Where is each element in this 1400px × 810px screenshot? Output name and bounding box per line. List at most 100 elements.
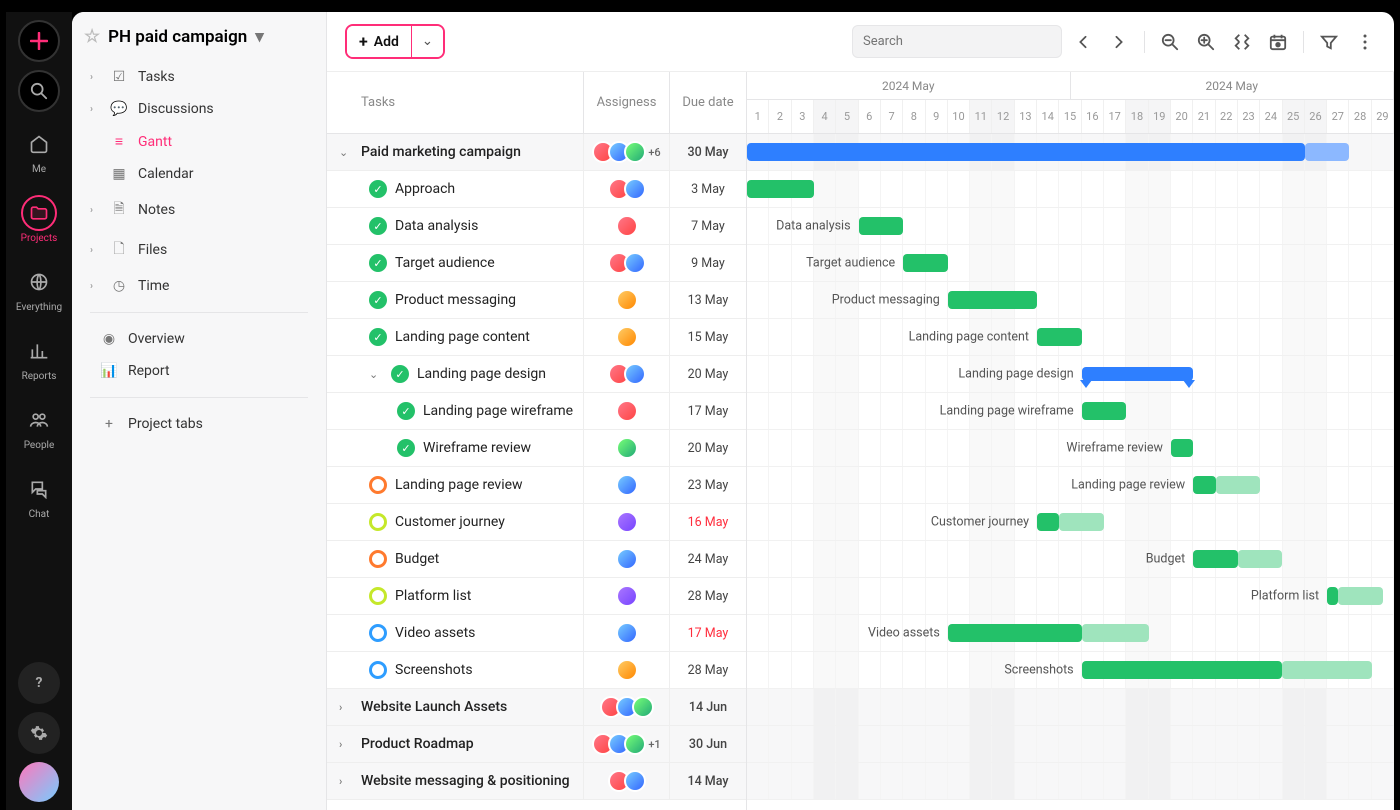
due-date-cell[interactable]: 16 May — [670, 504, 746, 540]
gantt-bar[interactable] — [747, 143, 1305, 161]
due-date-cell[interactable]: 28 May — [670, 652, 746, 688]
gantt-row[interactable]: Target audience — [747, 245, 1394, 282]
assignee-cell[interactable] — [584, 356, 670, 392]
gantt-bar[interactable]: Data analysis — [859, 217, 904, 235]
gantt-row[interactable] — [747, 726, 1394, 763]
task-row[interactable]: ✓Landing page content15 May — [327, 319, 746, 356]
nav-discussions[interactable]: › 💬 Discussions — [84, 93, 314, 125]
task-row[interactable]: Landing page review23 May — [327, 467, 746, 504]
nav-notes[interactable]: › 🗎 Notes — [84, 190, 314, 230]
gantt-bar[interactable]: Customer journey — [1037, 513, 1059, 531]
rail-item-projects[interactable]: Projects — [6, 189, 72, 250]
add-button[interactable]: + Add — [347, 26, 411, 57]
gantt-bar[interactable]: Landing page content — [1037, 328, 1082, 346]
gantt-row[interactable]: Wireframe review — [747, 430, 1394, 467]
gantt-row[interactable]: Product messaging — [747, 282, 1394, 319]
gantt-bar[interactable]: Budget — [1193, 550, 1238, 568]
expand-caret[interactable]: › — [339, 701, 353, 714]
gantt-bar[interactable] — [747, 180, 814, 198]
more-button[interactable] — [1354, 31, 1376, 53]
task-row[interactable]: ✓Data analysis7 May — [327, 208, 746, 245]
star-icon[interactable]: ☆ — [84, 26, 100, 47]
assignee-cell[interactable] — [584, 615, 670, 651]
nav-project-tabs[interactable]: + Project tabs — [84, 408, 314, 440]
nav-report[interactable]: 📊 Report — [84, 355, 314, 387]
help-button[interactable]: ? — [18, 662, 60, 704]
due-date-cell[interactable]: 14 May — [670, 763, 746, 799]
gantt-bar[interactable]: Video assets — [948, 624, 1082, 642]
gantt-row[interactable]: Customer journey — [747, 504, 1394, 541]
task-row[interactable]: ✓Product messaging13 May — [327, 282, 746, 319]
gantt-row[interactable] — [747, 689, 1394, 726]
user-avatar[interactable] — [19, 762, 59, 802]
expand-caret[interactable]: ⌄ — [369, 368, 383, 381]
nav-overview[interactable]: ◉ Overview — [84, 323, 314, 355]
gantt-row[interactable]: Data analysis — [747, 208, 1394, 245]
group-row[interactable]: ›Product Roadmap+130 Jun — [327, 726, 746, 763]
due-date-cell[interactable]: 7 May — [670, 208, 746, 244]
gantt-row[interactable] — [747, 763, 1394, 800]
zoom-out-button[interactable] — [1159, 31, 1181, 53]
assignee-cell[interactable] — [584, 689, 670, 725]
nav-calendar[interactable]: ▦ Calendar — [84, 158, 314, 190]
group-row[interactable]: ›Website messaging & positioning14 May — [327, 763, 746, 800]
today-button[interactable] — [1267, 31, 1289, 53]
due-date-cell[interactable]: 24 May — [670, 541, 746, 577]
gantt-bar[interactable]: Landing page wireframe — [1082, 402, 1127, 420]
search-button[interactable] — [18, 70, 60, 112]
due-date-cell[interactable]: 17 May — [670, 393, 746, 429]
gantt-bar[interactable]: Target audience — [903, 254, 948, 272]
task-row[interactable]: ✓Landing page wireframe17 May — [327, 393, 746, 430]
assignee-cell[interactable] — [584, 208, 670, 244]
task-row[interactable]: Customer journey16 May — [327, 504, 746, 541]
due-date-cell[interactable]: 14 Jun — [670, 689, 746, 725]
task-row[interactable]: Video assets17 May — [327, 615, 746, 652]
collapse-button[interactable] — [1231, 31, 1253, 53]
assignee-cell[interactable] — [584, 578, 670, 614]
new-button[interactable] — [18, 20, 60, 62]
prev-button[interactable] — [1072, 31, 1094, 53]
expand-caret[interactable]: › — [339, 775, 353, 788]
next-button[interactable] — [1108, 31, 1130, 53]
gantt-row[interactable]: Budget — [747, 541, 1394, 578]
due-date-cell[interactable]: 17 May — [670, 615, 746, 651]
filter-button[interactable] — [1318, 31, 1340, 53]
gantt-bar[interactable]: Screenshots — [1082, 661, 1283, 679]
due-date-cell[interactable]: 15 May — [670, 319, 746, 355]
gantt-row[interactable]: Screenshots — [747, 652, 1394, 689]
gantt-row[interactable] — [747, 171, 1394, 208]
due-date-cell[interactable]: 28 May — [670, 578, 746, 614]
gantt-bar[interactable]: Product messaging — [948, 291, 1037, 309]
assignee-cell[interactable] — [584, 393, 670, 429]
group-row[interactable]: ⌄Paid marketing campaign+630 May — [327, 134, 746, 171]
settings-button[interactable] — [18, 712, 60, 754]
assignee-cell[interactable] — [584, 541, 670, 577]
gantt-row[interactable]: Landing page review — [747, 467, 1394, 504]
add-dropdown[interactable]: ⌄ — [411, 26, 443, 57]
gantt-row[interactable]: Landing page design — [747, 356, 1394, 393]
nav-time[interactable]: › ◷ Time — [84, 270, 314, 302]
assignee-cell[interactable] — [584, 652, 670, 688]
group-row[interactable]: ›Website Launch Assets14 Jun — [327, 689, 746, 726]
due-date-cell[interactable]: 30 Jun — [670, 726, 746, 762]
task-row[interactable]: Budget24 May — [327, 541, 746, 578]
rail-item-reports[interactable]: Reports — [6, 327, 72, 388]
task-row[interactable]: ⌄✓Landing page design20 May — [327, 356, 746, 393]
gantt-bar[interactable]: Platform list — [1327, 587, 1338, 605]
due-date-cell[interactable]: 23 May — [670, 467, 746, 503]
nav-tasks[interactable]: › ☑ Tasks — [84, 61, 314, 93]
due-date-cell[interactable]: 13 May — [670, 282, 746, 318]
task-row[interactable]: ✓Wireframe review20 May — [327, 430, 746, 467]
rail-item-everything[interactable]: Everything — [6, 258, 72, 319]
expand-caret[interactable]: › — [339, 738, 353, 751]
gantt-bar[interactable]: Wireframe review — [1171, 439, 1193, 457]
assignee-cell[interactable] — [584, 171, 670, 207]
task-row[interactable]: ✓Target audience9 May — [327, 245, 746, 282]
assignee-cell[interactable] — [584, 319, 670, 355]
assignee-cell[interactable]: +6 — [584, 134, 670, 170]
due-date-cell[interactable]: 20 May — [670, 430, 746, 466]
gantt-bar[interactable]: Landing page review — [1193, 476, 1215, 494]
gantt-row[interactable]: Video assets — [747, 615, 1394, 652]
gantt-row[interactable] — [747, 134, 1394, 171]
rail-item-people[interactable]: People — [6, 396, 72, 457]
